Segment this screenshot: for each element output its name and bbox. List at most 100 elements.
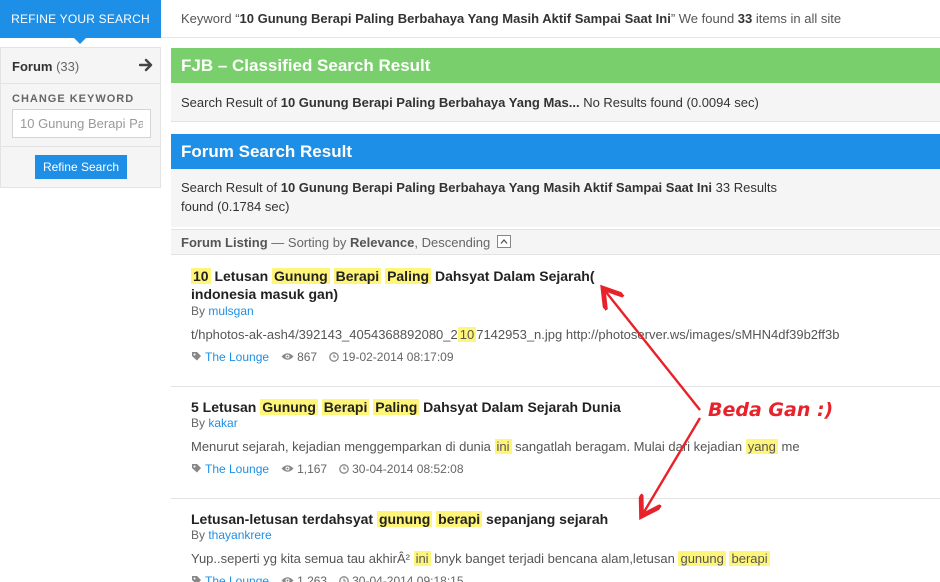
result-title-link[interactable]: Letusan-letusan terdahsyat gunung berapi…: [191, 510, 608, 528]
author-link[interactable]: mulsgan: [208, 304, 253, 318]
keyword-highlight: ini: [494, 439, 512, 454]
result-meta: The Lounge 1,167 30-04-2014 08:52:08: [191, 462, 464, 476]
result-snippet: Yup..seperti yg kita semua tau akhirÂ² i…: [191, 551, 770, 566]
forum-count: (33): [56, 59, 80, 74]
forum-result-summary: Search Result of 10 Gunung Berapi Paling…: [171, 169, 940, 227]
forum-category-link[interactable]: The Lounge: [205, 350, 269, 364]
fjb-section-title: FJB – Classified Search Result: [171, 48, 940, 83]
result-title-link[interactable]: 10 Letusan Gunung Berapi Paling Dahsyat …: [191, 267, 594, 303]
listing-label: Forum Listing: [181, 235, 268, 250]
sidebar-item-forum[interactable]: Forum (33): [1, 48, 160, 84]
forum-section-title: Forum Search Result: [171, 134, 940, 169]
view-count: 1,263: [297, 574, 328, 582]
text-fragment: me: [777, 439, 800, 454]
sort-field[interactable]: Relevance: [350, 235, 414, 250]
author-link[interactable]: thayankrere: [208, 528, 271, 542]
refine-tab-label: REFINE YOUR SEARCH: [11, 12, 150, 26]
collapse-toggle-button[interactable]: [497, 235, 512, 249]
result-author: By kakar: [191, 416, 238, 430]
keyword-highlight: Berapi: [333, 268, 382, 284]
keyword-highlight: berapi: [729, 551, 770, 566]
forum-listing-bar: Forum Listing — Sorting by Relevance, De…: [171, 229, 940, 255]
keyword-highlight: Paling: [385, 268, 432, 284]
author-prefix: By: [191, 528, 209, 542]
keyword-highlight: 10: [457, 327, 477, 342]
chevron-up-icon: [500, 239, 508, 244]
post-date: 30-04-2014 08:52:08: [352, 462, 464, 476]
search-result-item: 10 Letusan Gunung Berapi Paling Dahsyat …: [171, 256, 940, 387]
text-fragment: Yup..seperti yg kita semua tau akhirÂ²: [191, 551, 414, 566]
result-author: By mulsgan: [191, 304, 254, 318]
tab-notch: [74, 38, 86, 44]
forum-result-keyword: 10 Gunung Berapi Paling Berbahaya Yang M…: [280, 180, 713, 195]
arrow-right-icon: [139, 58, 153, 72]
keyword-highlight: Gunung: [272, 268, 330, 284]
text-fragment: 5 Letusan: [191, 399, 261, 415]
keyword-highlight: gunung: [376, 511, 433, 527]
keyword-prefix: Keyword “: [181, 11, 240, 26]
count-suffix: items in all site: [752, 11, 842, 26]
forum-category-link[interactable]: The Lounge: [205, 462, 269, 476]
tag-icon: [192, 352, 201, 361]
author-prefix: By: [191, 304, 209, 318]
view-count: 867: [297, 350, 318, 364]
view-count: 1,167: [297, 462, 328, 476]
result-snippet: t/hphotos-ak-ash4/392143_4054368892080_2…: [191, 327, 840, 342]
fjb-result-keyword: 10 Gunung Berapi Paling Berbahaya Yang M…: [280, 95, 580, 110]
post-date: 19-02-2014 08:17:09: [342, 350, 454, 364]
tag-icon: [192, 464, 201, 473]
forum-label-text: Forum: [12, 59, 53, 74]
sort-order: , Descending: [414, 235, 491, 250]
text-fragment: Dahsyat Dalam Sejarah(: [431, 268, 595, 284]
text-fragment: t/hphotos-ak-ash4/392143_4054368892080_2: [191, 327, 458, 342]
author-link[interactable]: kakar: [208, 416, 237, 430]
keyword-highlight: gunung: [678, 551, 726, 566]
clock-icon: [339, 463, 349, 474]
post-date: 30-04-2014 09:18:15: [352, 574, 464, 582]
result-title-line2: indonesia masuk gan): [191, 286, 339, 302]
forum-result-prefix: Search Result of: [181, 180, 281, 195]
text-fragment: Letusan: [210, 268, 273, 284]
annotation-label: Beda Gan :): [708, 399, 834, 421]
top-bar: REFINE YOUR SEARCH Keyword “10 Gunung Be…: [0, 0, 940, 44]
text-fragment: bnyk banget terjadi bencana alam,letusan: [430, 551, 679, 566]
keyword-input[interactable]: [12, 109, 151, 138]
eye-icon: [281, 577, 294, 582]
text-fragment: Menurut sejarah, kejadian menggemparkan …: [191, 439, 495, 454]
keyword-highlight: Berapi: [321, 399, 370, 415]
result-meta: The Lounge 867 19-02-2014 08:17:09: [191, 350, 454, 364]
tag-icon: [192, 576, 201, 582]
refine-search-button[interactable]: Refine Search: [35, 155, 127, 179]
keyword-summary: Keyword “10 Gunung Berapi Paling Berbaha…: [181, 0, 841, 38]
keyword-highlight: ini: [413, 551, 431, 566]
text-fragment: sepanjang sejarah: [482, 511, 609, 527]
sidebar-forum-label: Forum (33): [12, 59, 79, 74]
fjb-result-suffix: No Results found (0.0094 sec): [579, 95, 759, 110]
fjb-result-prefix: Search Result of: [181, 95, 281, 110]
result-author: By thayankrere: [191, 528, 272, 542]
forum-category-link[interactable]: The Lounge: [205, 574, 269, 582]
fjb-result-summary: Search Result of 10 Gunung Berapi Paling…: [171, 83, 940, 122]
keyword-highlight: Gunung: [260, 399, 318, 415]
text-fragment: 7142953_n.jpg http://photoserver.ws/imag…: [476, 327, 840, 342]
keyword-highlight: 10: [191, 268, 211, 284]
result-meta: The Lounge 1,263 30-04-2014 09:18:15: [191, 574, 464, 582]
refine-your-search-tab[interactable]: REFINE YOUR SEARCH: [0, 0, 161, 44]
clock-icon: [339, 575, 349, 582]
sidebar-divider: [1, 146, 160, 147]
result-title-link[interactable]: 5 Letusan Gunung Berapi Paling Dahsyat D…: [191, 398, 621, 416]
text-fragment: Letusan-letusan terdahsyat: [191, 511, 377, 527]
keyword-suffix: ” We found: [670, 11, 738, 26]
eye-icon: [281, 353, 294, 361]
author-prefix: By: [191, 416, 209, 430]
keyword-text: 10 Gunung Berapi Paling Berbahaya Yang M…: [239, 11, 671, 26]
text-fragment: sangatlah beragam. Mulai dari kejadian: [511, 439, 746, 454]
text-fragment: Dahsyat Dalam Sejarah Dunia: [419, 399, 621, 415]
result-snippet: Menurut sejarah, kejadian menggemparkan …: [191, 439, 800, 454]
eye-icon: [281, 465, 294, 473]
change-keyword-label: CHANGE KEYWORD: [12, 93, 135, 105]
result-count: 33: [737, 11, 753, 26]
text-fragment: [330, 268, 334, 284]
keyword-highlight: yang: [745, 439, 778, 454]
clock-icon: [329, 351, 339, 362]
